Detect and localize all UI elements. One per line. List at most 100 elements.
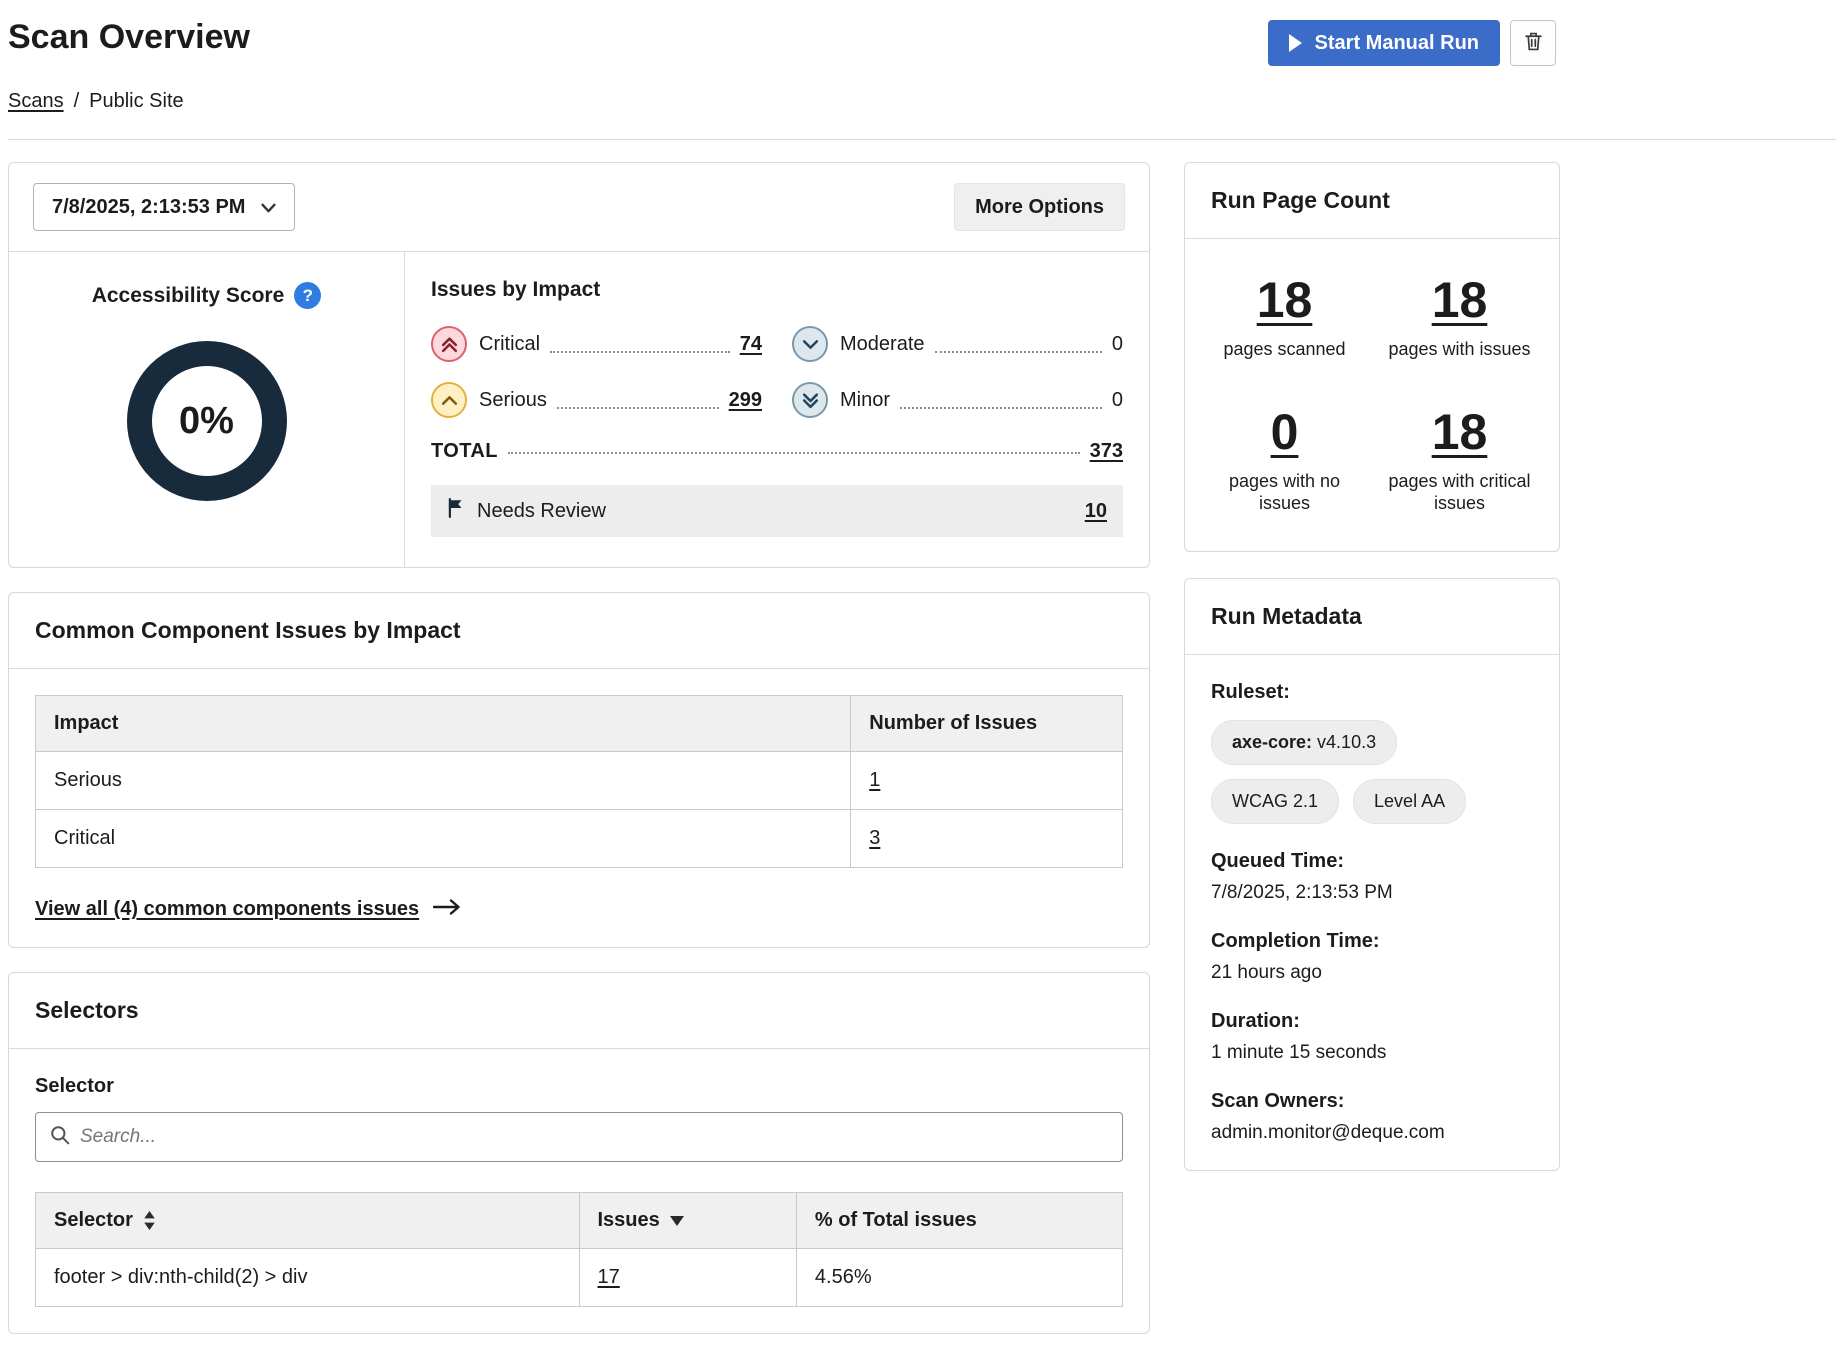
stat-value[interactable]: 18 <box>1432 403 1488 461</box>
ruleset-pills: axe-core: v4.10.3 WCAG 2.1 Level AA <box>1211 720 1533 824</box>
view-all-components-link[interactable]: View all (4) common components issues <box>35 898 419 921</box>
table-row: Critical 3 <box>36 810 1123 868</box>
issues-by-impact-section: Issues by Impact Critical 74 <box>405 252 1149 567</box>
search-icon <box>50 1125 70 1150</box>
percent-column-header[interactable]: % of Total issues <box>796 1193 1122 1249</box>
sort-descending-icon <box>670 1216 684 1226</box>
start-manual-run-label: Start Manual Run <box>1315 32 1479 55</box>
needs-review-row: Needs Review 10 <box>431 485 1123 537</box>
minor-icon <box>792 382 828 418</box>
count-link[interactable]: 3 <box>869 827 880 849</box>
critical-icon <box>431 326 467 362</box>
impact-value-serious[interactable]: 299 <box>729 389 762 412</box>
metadata-field-value: 21 hours ago <box>1211 962 1533 984</box>
scan-overview-page: Scan Overview Start Manual Run Scans / P… <box>0 0 1844 1334</box>
arrow-right-icon <box>433 899 461 920</box>
impact-label: Critical <box>479 333 540 356</box>
impact-cell: Serious <box>36 752 851 810</box>
issues-column-header[interactable]: Issues <box>579 1193 796 1249</box>
metadata-field-scan-owners: Scan Owners: admin.monitor@deque.com <box>1211 1090 1533 1144</box>
impact-value-minor: 0 <box>1112 389 1123 412</box>
needs-review-value[interactable]: 10 <box>1085 500 1107 523</box>
breadcrumb: Scans / Public Site <box>8 90 1836 113</box>
run-toolbar: 7/8/2025, 2:13:53 PM More Options <box>9 163 1149 252</box>
impact-column-header: Impact <box>36 696 851 752</box>
chevron-down-icon <box>261 196 276 219</box>
stat-label: pages scanned <box>1223 338 1345 361</box>
serious-icon <box>431 382 467 418</box>
page-title: Scan Overview <box>8 18 250 57</box>
flag-icon <box>447 498 465 524</box>
impact-row-minor: Minor 0 <box>792 382 1123 418</box>
impact-value-moderate: 0 <box>1112 333 1123 356</box>
main-column: 7/8/2025, 2:13:53 PM More Options Access… <box>8 162 1150 1334</box>
selectors-card: Selectors Selector <box>8 972 1150 1334</box>
common-components-card: Common Component Issues by Impact Impact… <box>8 592 1150 948</box>
score-donut: 0% <box>127 341 287 501</box>
accessibility-score-title: Accessibility Score <box>92 284 285 308</box>
impact-row-moderate: Moderate 0 <box>792 326 1123 362</box>
breadcrumb-link-scans[interactable]: Scans <box>8 90 64 113</box>
common-components-table: Impact Number of Issues Serious 1 Critic… <box>35 695 1123 868</box>
stat-pages-critical-issues: 18 pages with critical issues <box>1372 403 1547 515</box>
topbar-actions: Start Manual Run <box>1268 20 1556 66</box>
breadcrumb-current: Public Site <box>89 90 184 113</box>
percent-cell: 4.56% <box>796 1249 1122 1307</box>
dotted-leader <box>935 351 1102 353</box>
stat-label: pages with no issues <box>1210 470 1360 515</box>
stat-pages-scanned: 18 pages scanned <box>1197 271 1372 361</box>
dotted-leader <box>508 452 1080 454</box>
accessibility-score-section: Accessibility Score ? 0% <box>9 252 405 567</box>
run-date-selector[interactable]: 7/8/2025, 2:13:53 PM <box>33 183 295 231</box>
table-row: Serious 1 <box>36 752 1123 810</box>
run-overview-card: 7/8/2025, 2:13:53 PM More Options Access… <box>8 162 1150 568</box>
page-count-stats: 18 pages scanned 18 pages with issues 0 … <box>1185 239 1559 551</box>
stat-value[interactable]: 18 <box>1257 271 1313 329</box>
stat-pages-with-issues: 18 pages with issues <box>1372 271 1547 361</box>
page-divider <box>8 139 1836 140</box>
trash-icon <box>1525 32 1542 54</box>
selector-column-header[interactable]: Selector <box>36 1193 580 1249</box>
dotted-leader <box>557 407 719 409</box>
run-metadata-card: Run Metadata Ruleset: axe-core: v4.10.3 … <box>1184 578 1560 1171</box>
dotted-leader <box>900 407 1102 409</box>
count-link[interactable]: 1 <box>869 769 880 791</box>
stat-value[interactable]: 18 <box>1432 271 1488 329</box>
metadata-field-duration: Duration: 1 minute 15 seconds <box>1211 1010 1533 1064</box>
run-date-label: 7/8/2025, 2:13:53 PM <box>52 196 245 219</box>
total-value[interactable]: 373 <box>1090 440 1123 463</box>
selector-field-label: Selector <box>35 1075 1123 1098</box>
metadata-field-value: 1 minute 15 seconds <box>1211 1042 1533 1064</box>
selectors-table: Selector Issues <box>35 1192 1123 1307</box>
help-icon[interactable]: ? <box>294 282 321 309</box>
topbar: Scan Overview Start Manual Run <box>8 18 1836 66</box>
metadata-field-value: 7/8/2025, 2:13:53 PM <box>1211 882 1533 904</box>
ruleset-pill-wcag: WCAG 2.1 <box>1211 779 1339 824</box>
metadata-field-label: Duration: <box>1211 1010 1533 1033</box>
delete-run-button[interactable] <box>1510 20 1556 66</box>
impact-grid: Critical 74 Moderate 0 <box>431 326 1123 418</box>
stat-label: pages with critical issues <box>1385 470 1535 515</box>
issues-by-impact-title: Issues by Impact <box>431 278 1123 302</box>
run-metadata-title: Run Metadata <box>1185 579 1559 655</box>
common-components-title: Common Component Issues by Impact <box>9 593 1149 669</box>
selector-cell: footer > div:nth-child(2) > div <box>36 1249 580 1307</box>
stat-value[interactable]: 0 <box>1271 403 1299 461</box>
moderate-icon <box>792 326 828 362</box>
run-page-count-card: Run Page Count 18 pages scanned 18 pages… <box>1184 162 1560 552</box>
total-row: TOTAL 373 <box>431 440 1123 463</box>
metadata-field-label: Scan Owners: <box>1211 1090 1533 1113</box>
issues-count-link[interactable]: 17 <box>598 1266 620 1288</box>
dotted-leader <box>550 351 730 353</box>
impact-label: Minor <box>840 389 890 412</box>
total-label: TOTAL <box>431 440 498 463</box>
impact-value-critical[interactable]: 74 <box>740 333 762 356</box>
breadcrumb-separator: / <box>74 90 80 113</box>
metadata-field-value: admin.monitor@deque.com <box>1211 1122 1533 1144</box>
metadata-field-completion-time: Completion Time: 21 hours ago <box>1211 930 1533 984</box>
more-options-button[interactable]: More Options <box>954 183 1125 231</box>
selectors-title: Selectors <box>9 973 1149 1049</box>
selector-search-input[interactable] <box>80 1126 1108 1148</box>
start-manual-run-button[interactable]: Start Manual Run <box>1268 20 1500 66</box>
run-page-count-title: Run Page Count <box>1185 163 1559 239</box>
